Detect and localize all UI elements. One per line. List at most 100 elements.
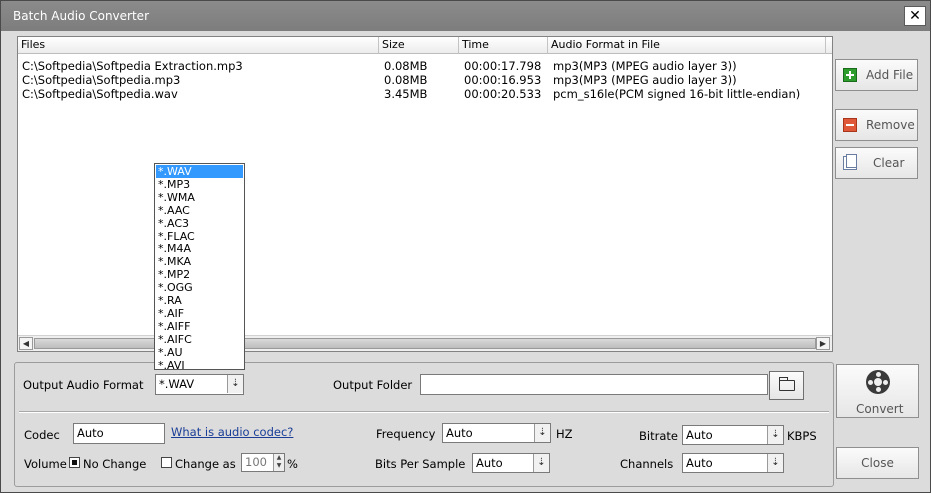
bits-per-sample-select[interactable]: Auto ⇣: [472, 453, 550, 473]
channels-select[interactable]: Auto ⇣: [682, 453, 784, 473]
format-option[interactable]: *.AIFF: [156, 320, 243, 333]
frequency-select[interactable]: Auto ⇣: [442, 423, 551, 443]
file-format-cell: pcm_s16le(PCM signed 16-bit little-endia…: [553, 87, 801, 101]
film-reel-icon: [866, 370, 890, 394]
add-file-label: Add File: [866, 68, 914, 82]
convert-button[interactable]: Convert: [836, 364, 919, 418]
format-option[interactable]: *.RA: [156, 294, 243, 307]
window-title: Batch Audio Converter: [13, 9, 149, 23]
horizontal-scrollbar[interactable]: ◀ ▶: [18, 335, 832, 351]
clear-button[interactable]: Clear: [835, 147, 918, 179]
volume-value: 100: [245, 455, 267, 469]
remove-button[interactable]: Remove: [835, 109, 918, 141]
file-size-cell: 3.45MB: [384, 87, 428, 101]
format-option[interactable]: *.MP3: [156, 178, 243, 191]
percent-sign: %: [287, 457, 298, 471]
file-format-cell: mp3(MP3 (MPEG audio layer 3)): [553, 73, 737, 87]
channels-label: Channels: [620, 457, 674, 471]
file-time-cell: 00:00:20.533: [464, 87, 542, 101]
scroll-thumb[interactable]: [34, 338, 816, 349]
format-option[interactable]: *.MP2: [156, 268, 243, 281]
files-list[interactable]: Files Size Time Audio Format in File C:\…: [17, 36, 833, 352]
clear-label: Clear: [873, 156, 905, 170]
column-header-time[interactable]: Time: [459, 37, 548, 53]
file-time-cell: 00:00:16.953: [464, 73, 542, 87]
settings-panel: Output Audio Format *.WAV ⇣ Output Folde…: [14, 362, 834, 487]
output-format-value: *.WAV: [159, 377, 195, 391]
file-path-cell: C:\Softpedia\Softpedia.mp3: [22, 73, 181, 87]
output-folder-input[interactable]: [420, 374, 768, 395]
bitrate-label: Bitrate: [639, 429, 678, 443]
format-option[interactable]: *.WMA: [156, 191, 243, 204]
add-file-button[interactable]: Add File: [835, 59, 918, 91]
column-header-files[interactable]: Files: [18, 37, 379, 53]
table-row[interactable]: C:\Softpedia\Softpedia Extraction.mp3 0.…: [18, 59, 832, 73]
format-option[interactable]: *.AC3: [156, 217, 243, 230]
file-path-cell: C:\Softpedia\Softpedia Extraction.mp3: [22, 59, 243, 73]
bitrate-unit: KBPS: [787, 429, 817, 443]
format-option[interactable]: *.AIFC: [156, 333, 243, 346]
format-option[interactable]: *.WAV: [156, 165, 243, 178]
format-option[interactable]: *.OGG: [156, 281, 243, 294]
remove-label: Remove: [866, 118, 915, 132]
format-option[interactable]: *.AVI: [156, 359, 243, 372]
document-icon: [843, 154, 857, 170]
file-size-cell: 0.08MB: [384, 73, 428, 87]
bits-per-sample-value: Auto: [476, 456, 503, 470]
file-time-cell: 00:00:17.798: [464, 59, 542, 73]
format-option[interactable]: *.FLAC: [156, 230, 243, 243]
divider: [19, 411, 829, 413]
no-change-radio[interactable]: [69, 457, 80, 468]
output-format-select[interactable]: *.WAV ⇣: [155, 374, 244, 395]
volume-stepper[interactable]: 100 ▲ ▼: [241, 453, 285, 472]
chevron-down-icon[interactable]: ⇣: [533, 454, 549, 472]
format-dropdown-list[interactable]: *.WAV *.MP3 *.WMA *.AAC *.AC3 *.FLAC *.M4A *.MK…: [154, 163, 245, 372]
title-bar: Batch Audio Converter ✕: [1, 1, 930, 31]
frequency-label: Frequency: [376, 427, 436, 441]
chevron-down-icon[interactable]: ⇣: [767, 426, 783, 444]
format-option[interactable]: *.MKA: [156, 255, 243, 268]
stepper-arrows-icon[interactable]: ▲ ▼: [273, 454, 284, 471]
codec-label: Codec: [24, 428, 60, 442]
change-as-label: Change as: [175, 457, 236, 471]
bitrate-value: Auto: [686, 428, 713, 442]
browse-folder-button[interactable]: [769, 371, 804, 400]
file-path-cell: C:\Softpedia\Softpedia.wav: [22, 87, 178, 101]
bits-per-sample-label: Bits Per Sample: [375, 457, 466, 471]
column-header-audio-format[interactable]: Audio Format in File: [548, 37, 826, 53]
batch-audio-converter-window: Batch Audio Converter ✕ Files Size Time …: [0, 0, 931, 493]
scroll-left-icon[interactable]: ◀: [19, 337, 33, 350]
folder-icon: [779, 377, 795, 391]
close-button[interactable]: Close: [836, 447, 919, 479]
scroll-right-icon[interactable]: ▶: [816, 337, 830, 350]
volume-label: Volume: [24, 457, 67, 471]
bitrate-select[interactable]: Auto ⇣: [682, 425, 784, 445]
no-change-label: No Change: [83, 457, 147, 471]
change-as-checkbox[interactable]: [161, 457, 172, 468]
output-format-label: Output Audio Format: [23, 378, 144, 392]
chevron-down-icon[interactable]: ⇣: [767, 454, 783, 472]
codec-input[interactable]: Auto: [73, 423, 165, 444]
files-header: Files Size Time Audio Format in File: [18, 37, 832, 54]
file-format-cell: mp3(MP3 (MPEG audio layer 3)): [553, 59, 737, 73]
frequency-value: Auto: [446, 426, 473, 440]
output-folder-label: Output Folder: [333, 378, 413, 392]
frequency-unit: HZ: [556, 427, 573, 441]
format-option[interactable]: *.AAC: [156, 204, 243, 217]
convert-label: Convert: [856, 402, 904, 416]
format-option[interactable]: *.AIF: [156, 307, 243, 320]
what-is-codec-link[interactable]: What is audio codec?: [171, 425, 293, 439]
window-close-button[interactable]: ✕: [904, 6, 926, 26]
add-icon: [843, 68, 857, 82]
file-size-cell: 0.08MB: [384, 59, 428, 73]
table-row[interactable]: C:\Softpedia\Softpedia.wav 3.45MB 00:00:…: [18, 87, 832, 101]
chevron-down-icon[interactable]: ⇣: [534, 424, 550, 442]
chevron-down-icon[interactable]: ⇣: [227, 375, 243, 393]
client-area: Files Size Time Audio Format in File C:\…: [6, 31, 925, 490]
table-row[interactable]: C:\Softpedia\Softpedia.mp3 0.08MB 00:00:…: [18, 73, 832, 87]
channels-value: Auto: [686, 456, 713, 470]
column-header-size[interactable]: Size: [379, 37, 459, 53]
format-option[interactable]: *.M4A: [156, 242, 243, 255]
format-option[interactable]: *.AU: [156, 346, 243, 359]
remove-icon: [843, 118, 857, 132]
